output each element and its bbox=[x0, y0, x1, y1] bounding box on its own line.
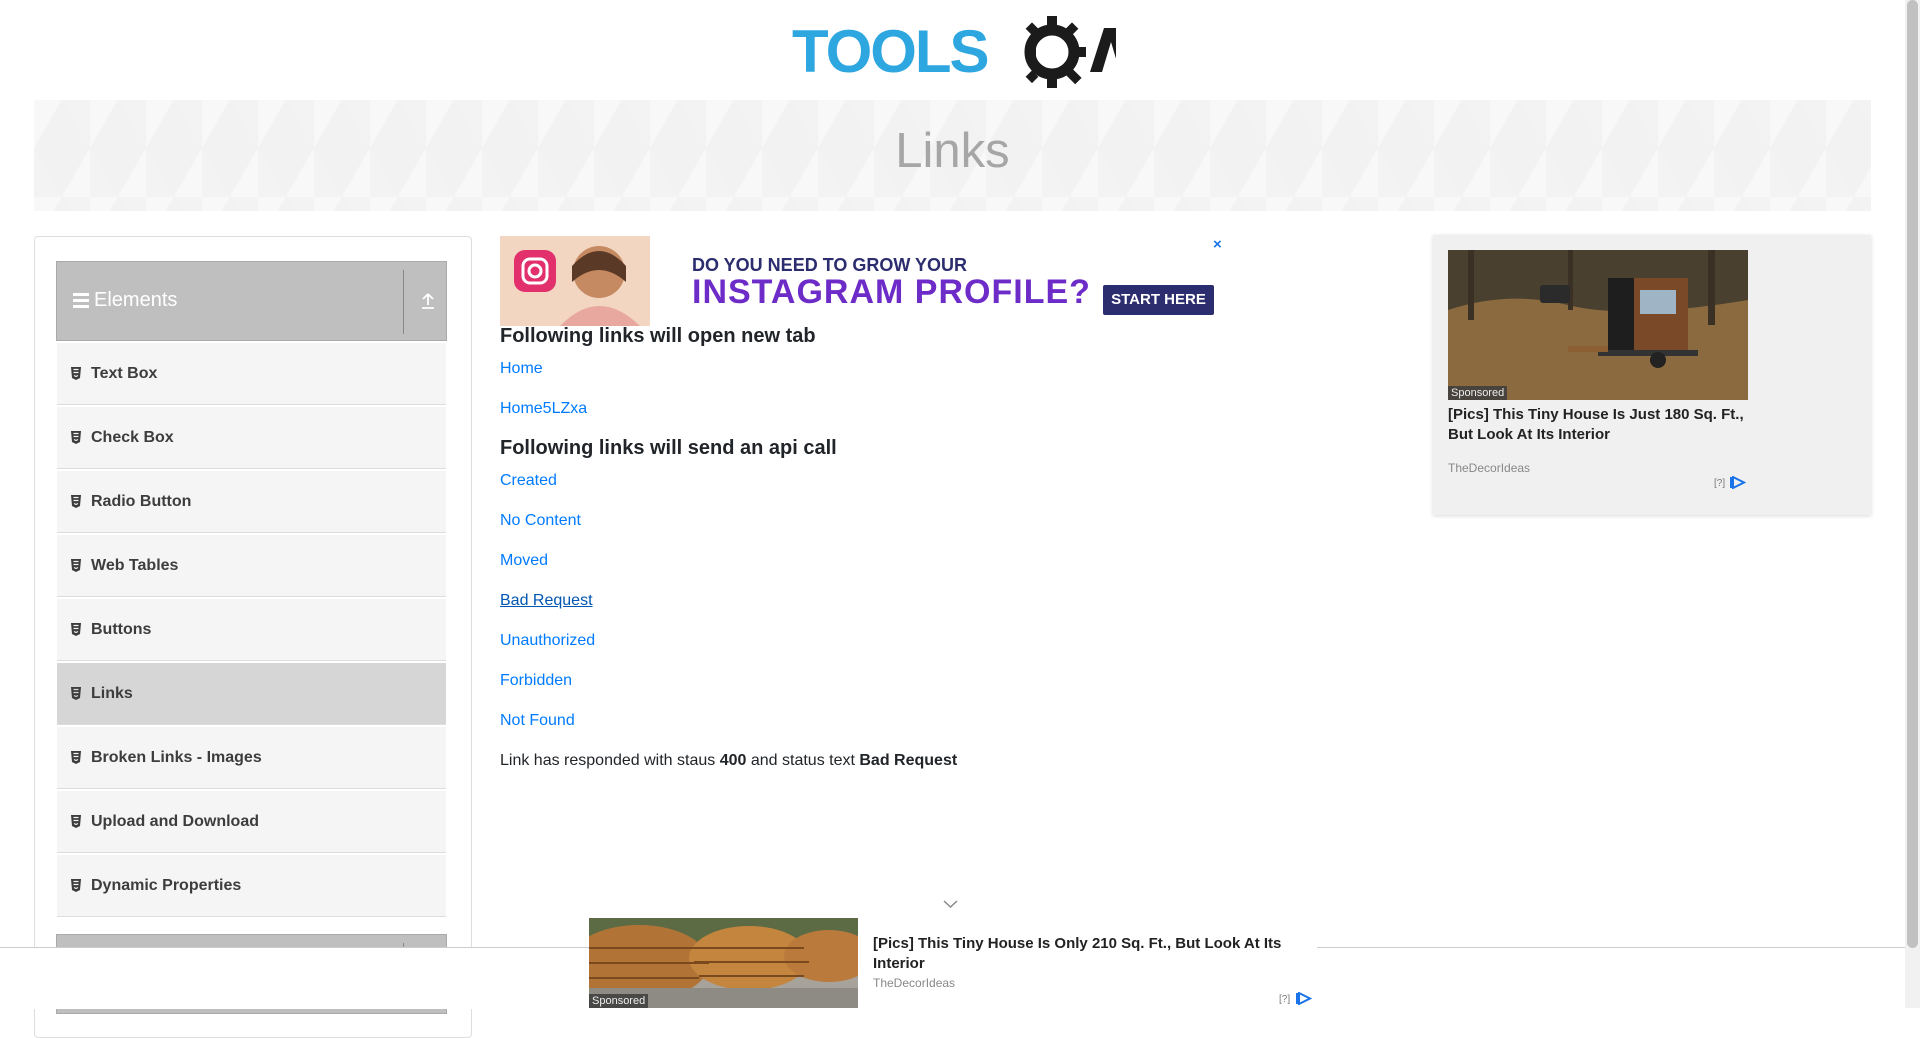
html5-icon bbox=[71, 623, 81, 636]
divider bbox=[403, 270, 404, 334]
ad-info-link[interactable]: [?] bbox=[1279, 994, 1290, 1005]
collapse-icon[interactable] bbox=[420, 292, 436, 310]
bottom-ad[interactable]: Sponsored [Pics] This Tiny House Is Only… bbox=[589, 918, 1317, 1008]
hamburger-icon bbox=[73, 290, 89, 311]
dynamic-home-link[interactable]: Home5LZxa bbox=[500, 400, 587, 418]
sidebar-item-text-box[interactable]: Text Box bbox=[57, 343, 446, 405]
response-middle: and status text bbox=[750, 752, 855, 769]
bottom-ad-source: TheDecorIdeas bbox=[873, 976, 956, 990]
html5-icon bbox=[71, 431, 81, 444]
html5-icon bbox=[71, 559, 81, 572]
right-ad-card[interactable]: Sponsored [Pics] This Tiny House Is Just… bbox=[1448, 250, 1748, 500]
api-call-heading: Following links will send an api call bbox=[500, 437, 837, 459]
created-link[interactable]: Created bbox=[500, 472, 557, 490]
page-title: Links bbox=[895, 124, 1010, 178]
page-banner: Links bbox=[34, 100, 1871, 211]
ad-close-icon[interactable]: × bbox=[1213, 236, 1222, 253]
scrollbar-thumb[interactable] bbox=[1907, 0, 1918, 948]
html5-icon bbox=[71, 495, 81, 508]
bottom-ad-headline[interactable]: [Pics] This Tiny House Is Only 210 Sq. F… bbox=[873, 934, 1313, 974]
new-tab-heading: Following links will open new tab bbox=[500, 325, 816, 347]
link-response: Link has responded with staus 400 and st… bbox=[500, 752, 957, 770]
group-header-elements[interactable]: Elements bbox=[56, 261, 447, 341]
sidebar-item-label: Radio Button bbox=[91, 493, 192, 510]
tiny-house-image bbox=[1448, 250, 1748, 400]
not-found-link[interactable]: Not Found bbox=[500, 712, 575, 730]
sidebar-item-buttons[interactable]: Buttons bbox=[57, 599, 446, 661]
sidebar-item-label: Broken Links - Images bbox=[91, 749, 262, 766]
html5-icon bbox=[71, 879, 81, 892]
right-ad: Sponsored [Pics] This Tiny House Is Just… bbox=[1433, 235, 1871, 515]
home-link[interactable]: Home bbox=[500, 360, 543, 378]
group-title: Elements bbox=[94, 289, 178, 311]
sidebar-item-label: Links bbox=[91, 685, 133, 702]
sidebar-item-check-box[interactable]: Check Box bbox=[57, 407, 446, 469]
vertical-scrollbar[interactable] bbox=[1905, 0, 1920, 1008]
sidebar-item-web-tables[interactable]: Web Tables bbox=[57, 535, 446, 597]
chevron-down-icon[interactable] bbox=[943, 898, 958, 910]
ad-headline[interactable]: [Pics] This Tiny House Is Just 180 Sq. F… bbox=[1448, 405, 1748, 445]
ad-info-link[interactable]: [?] bbox=[1714, 478, 1725, 489]
sidebar-item-upload-and-download[interactable]: Upload and Download bbox=[57, 791, 446, 853]
moved-link[interactable]: Moved bbox=[500, 552, 548, 570]
no-content-link[interactable]: No Content bbox=[500, 512, 581, 530]
response-status-text: Bad Request bbox=[859, 752, 958, 769]
adchoices-icon[interactable] bbox=[1730, 476, 1746, 489]
adchoices-icon[interactable] bbox=[1296, 992, 1312, 1005]
sidebar-item-label: Buttons bbox=[91, 621, 152, 638]
bad-request-link[interactable]: Bad Request bbox=[500, 592, 593, 610]
ad-image[interactable]: Sponsored bbox=[1448, 250, 1748, 400]
bottom-ad-image[interactable]: Sponsored bbox=[589, 918, 858, 1008]
toolsqa-logo[interactable]: TOOLS bbox=[792, 14, 1116, 90]
response-prefix: Link has responded with staus bbox=[500, 752, 716, 769]
html5-icon bbox=[71, 751, 81, 764]
sidebar-item-label: Dynamic Properties bbox=[91, 877, 242, 894]
sponsored-label: Sponsored bbox=[1448, 386, 1508, 400]
left-panel: Elements Text Box Check Box Radio Button… bbox=[34, 236, 472, 1038]
sidebar-item-links[interactable]: Links bbox=[57, 663, 446, 725]
ad-headline-line2: INSTAGRAM PROFILE? bbox=[692, 273, 1091, 311]
sidebar-item-label: Check Box bbox=[91, 429, 174, 446]
response-status-code: 400 bbox=[719, 752, 747, 769]
sidebar-item-broken-links-images[interactable]: Broken Links - Images bbox=[57, 727, 446, 789]
forbidden-link[interactable]: Forbidden bbox=[500, 672, 572, 690]
sidebar-item-label: Text Box bbox=[91, 365, 158, 382]
sidebar-item-label: Upload and Download bbox=[91, 813, 259, 830]
html5-icon bbox=[71, 815, 81, 828]
start-here-button[interactable]: START HERE bbox=[1103, 285, 1214, 315]
sidebar-item-dynamic-properties[interactable]: Dynamic Properties bbox=[57, 855, 446, 917]
ad-source: TheDecorIdeas bbox=[1448, 461, 1531, 475]
sidebar-item-label: Web Tables bbox=[91, 557, 179, 574]
html5-icon bbox=[71, 687, 81, 700]
svg-text:TOOLS: TOOLS bbox=[792, 18, 988, 85]
unauthorized-link[interactable]: Unauthorized bbox=[500, 632, 595, 650]
sponsored-label: Sponsored bbox=[589, 994, 649, 1008]
html5-icon bbox=[71, 367, 81, 380]
sidebar-item-radio-button[interactable]: Radio Button bbox=[57, 471, 446, 533]
